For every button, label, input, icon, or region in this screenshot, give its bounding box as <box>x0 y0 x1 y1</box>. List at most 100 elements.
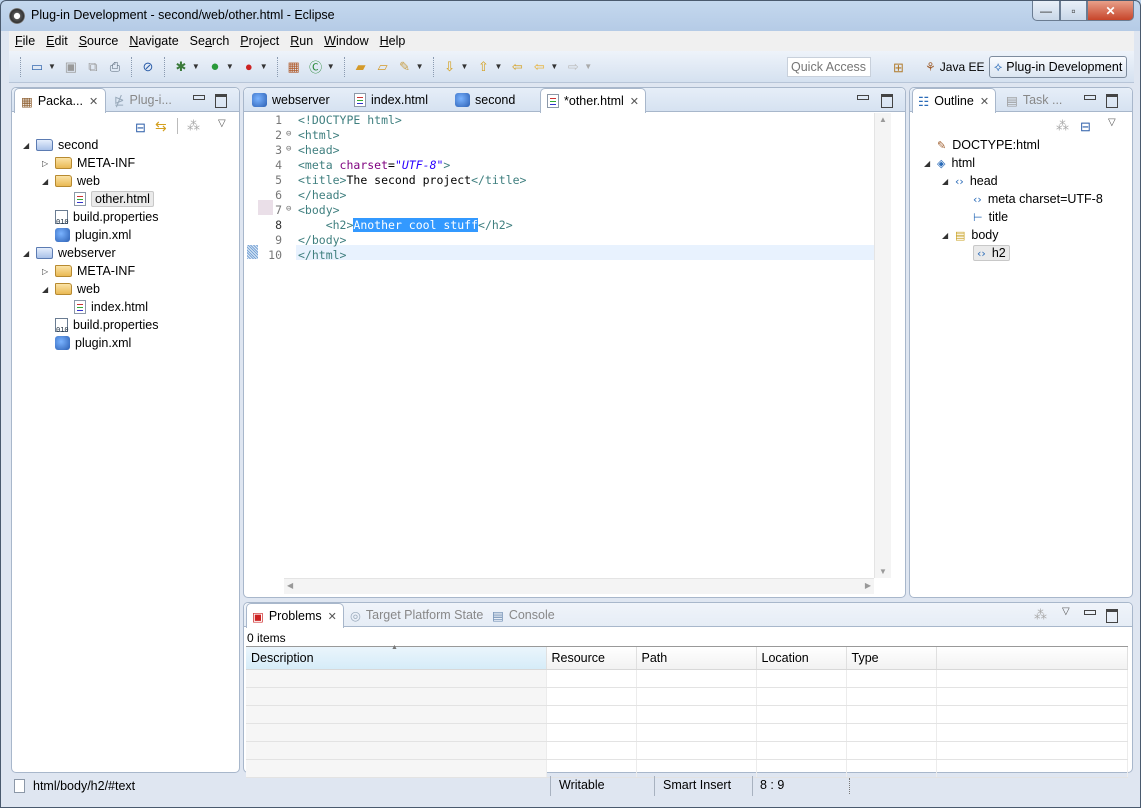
view-menu-icon[interactable]: ▽ <box>218 118 226 129</box>
print-icon[interactable]: ⎙ <box>107 59 123 75</box>
next-annotation-icon[interactable]: ⇩ <box>442 59 458 75</box>
tab-target-platform-state[interactable]: ◎ Target Platform State <box>350 603 483 627</box>
fold-toggle-icon[interactable]: ⊖ <box>286 129 291 139</box>
close-tab-icon[interactable]: ✕ <box>89 95 98 108</box>
focus-active-task-icon[interactable]: ⁂ <box>187 118 200 134</box>
scroll-down-icon[interactable]: ▼ <box>879 567 887 576</box>
tree-item[interactable]: plugin.xml <box>55 334 131 352</box>
minimize-editor-icon[interactable] <box>857 93 869 105</box>
menu-project[interactable]: Project <box>240 34 279 48</box>
outline-item[interactable]: ◢ ▤ body <box>942 226 999 244</box>
collapse-all-icon[interactable]: ⊟ <box>1080 119 1091 135</box>
menu-navigate[interactable]: Navigate <box>129 34 178 48</box>
minimize-button[interactable]: — <box>1032 1 1060 21</box>
menu-edit[interactable]: Edit <box>46 34 68 48</box>
collapse-arrow-icon[interactable]: ◢ <box>942 231 948 240</box>
previous-annotation-dropdown-icon[interactable]: ▼ <box>494 62 502 71</box>
status-grip[interactable] <box>849 778 850 794</box>
perspective-java-ee[interactable]: ⚘ Java EE <box>921 57 988 77</box>
open-folder-icon[interactable]: ▱ <box>375 59 391 75</box>
tree-item[interactable]: ▷ META-INF <box>42 154 135 172</box>
collapse-all-icon[interactable]: ⊟ <box>135 120 146 136</box>
menu-window[interactable]: Window <box>324 34 368 48</box>
perspective-plugin-development[interactable]: ⟡ Plug-in Development <box>989 56 1128 78</box>
back-icon[interactable]: ⇦ <box>531 59 547 75</box>
column-header-description[interactable]: ▲ Description <box>246 644 547 670</box>
minimize-view-icon[interactable] <box>193 93 205 105</box>
quick-access-input[interactable] <box>787 57 871 77</box>
tree-item[interactable]: 010 build.properties <box>55 316 158 334</box>
external-tools-dropdown-icon[interactable]: ▼ <box>260 62 268 71</box>
close-tab-icon[interactable]: ✕ <box>328 610 337 623</box>
expand-arrow-icon[interactable]: ▷ <box>42 267 48 276</box>
collapse-arrow-icon[interactable]: ◢ <box>42 177 48 186</box>
minimize-view-icon[interactable] <box>1084 608 1096 620</box>
scroll-up-icon[interactable]: ▲ <box>879 115 887 124</box>
view-menu-icon[interactable]: ▽ <box>1062 606 1070 617</box>
maximize-view-icon[interactable] <box>1106 608 1118 623</box>
tab-problems[interactable]: ▣ Problems ✕ <box>246 603 344 628</box>
tab-package-explorer[interactable]: ▦ Packa... ✕ <box>14 88 106 113</box>
editor-tab-webserver[interactable]: webserver <box>246 88 336 112</box>
collapse-arrow-icon[interactable]: ◢ <box>23 141 29 150</box>
fold-toggle-icon[interactable]: ⊖ <box>286 204 291 214</box>
last-edit-location-icon[interactable]: ⇦ <box>509 59 525 75</box>
open-type-icon[interactable]: ▰ <box>353 59 369 75</box>
menu-run[interactable]: Run <box>290 34 313 48</box>
close-tab-icon[interactable]: ✕ <box>980 95 989 108</box>
close-button[interactable]: ✕ <box>1087 1 1134 21</box>
menu-help[interactable]: Help <box>380 34 406 48</box>
save-icon[interactable]: ▣ <box>63 59 79 75</box>
tab-console[interactable]: ▤ Console <box>492 603 555 627</box>
outline-item[interactable]: ◢ ◈ html <box>924 154 975 172</box>
tree-item[interactable]: ▷ META-INF <box>42 262 135 280</box>
tree-item[interactable]: ◢ web <box>42 280 100 298</box>
maximize-button[interactable]: ▫ <box>1060 1 1087 21</box>
column-header-path[interactable]: Path <box>636 647 757 670</box>
code-editor[interactable]: <!DOCTYPE html> <html> <head> <meta char… <box>247 113 879 578</box>
tree-item[interactable]: ◢ webserver <box>23 244 116 262</box>
new-class-icon[interactable]: Ⓒ <box>308 59 324 75</box>
outline-item[interactable]: ◢ ‹› head <box>942 172 998 190</box>
outline-item[interactable]: ⊢ title <box>973 208 1008 226</box>
forward-dropdown-icon[interactable]: ▼ <box>584 62 592 71</box>
menu-search[interactable]: Search <box>190 34 230 48</box>
open-perspective-icon[interactable]: ⊞ <box>893 60 904 76</box>
toolbar-grip[interactable] <box>20 56 21 77</box>
run-icon[interactable]: ● <box>207 58 223 75</box>
menu-source[interactable]: Source <box>79 34 119 48</box>
debug-icon[interactable]: ✱ <box>173 59 189 75</box>
maximize-editor-icon[interactable] <box>881 93 893 108</box>
tree-item[interactable]: plugin.xml <box>55 226 131 244</box>
new-class-dropdown-icon[interactable]: ▼ <box>327 62 335 71</box>
scroll-left-icon[interactable]: ◀ <box>287 581 293 590</box>
focus-active-task-icon[interactable]: ⁂ <box>1034 607 1047 623</box>
external-tools-icon[interactable]: ● <box>241 59 257 75</box>
maximize-view-icon[interactable] <box>215 93 227 108</box>
tree-item[interactable]: index.html <box>74 298 148 316</box>
minimize-view-icon[interactable] <box>1084 93 1096 105</box>
skip-breakpoints-icon[interactable]: ⊘ <box>140 59 156 75</box>
next-annotation-dropdown-icon[interactable]: ▼ <box>461 62 469 71</box>
editor-tab-index-html[interactable]: index.html <box>348 88 434 112</box>
view-menu-icon[interactable]: ▽ <box>1108 117 1116 128</box>
search-icon[interactable]: ✎ <box>397 59 413 75</box>
tab-outline[interactable]: ☷ Outline ✕ <box>912 88 996 113</box>
tree-item[interactable]: 010 build.properties <box>55 208 158 226</box>
maximize-view-icon[interactable] <box>1106 93 1118 108</box>
new-icon[interactable]: ▭ <box>29 59 45 75</box>
new-plugin-project-icon[interactable]: ▦ <box>286 59 302 75</box>
collapse-arrow-icon[interactable]: ◢ <box>942 177 948 186</box>
new-dropdown-icon[interactable]: ▼ <box>48 62 56 71</box>
tree-item[interactable]: ◢ second <box>23 136 98 154</box>
save-all-icon[interactable]: ⧉ <box>85 59 101 75</box>
column-header-location[interactable]: Location <box>756 647 847 670</box>
tree-item[interactable]: other.html <box>74 190 154 208</box>
fold-toggle-icon[interactable]: ⊖ <box>286 144 291 154</box>
run-dropdown-icon[interactable]: ▼ <box>226 62 234 71</box>
expand-arrow-icon[interactable]: ▷ <box>42 159 48 168</box>
outline-item[interactable]: ✎ DOCTYPE:html <box>937 136 1040 154</box>
link-with-editor-icon[interactable]: ⇆ <box>155 118 167 135</box>
scroll-right-icon[interactable]: ▶ <box>865 581 871 590</box>
column-header-resource[interactable]: Resource <box>546 647 637 670</box>
